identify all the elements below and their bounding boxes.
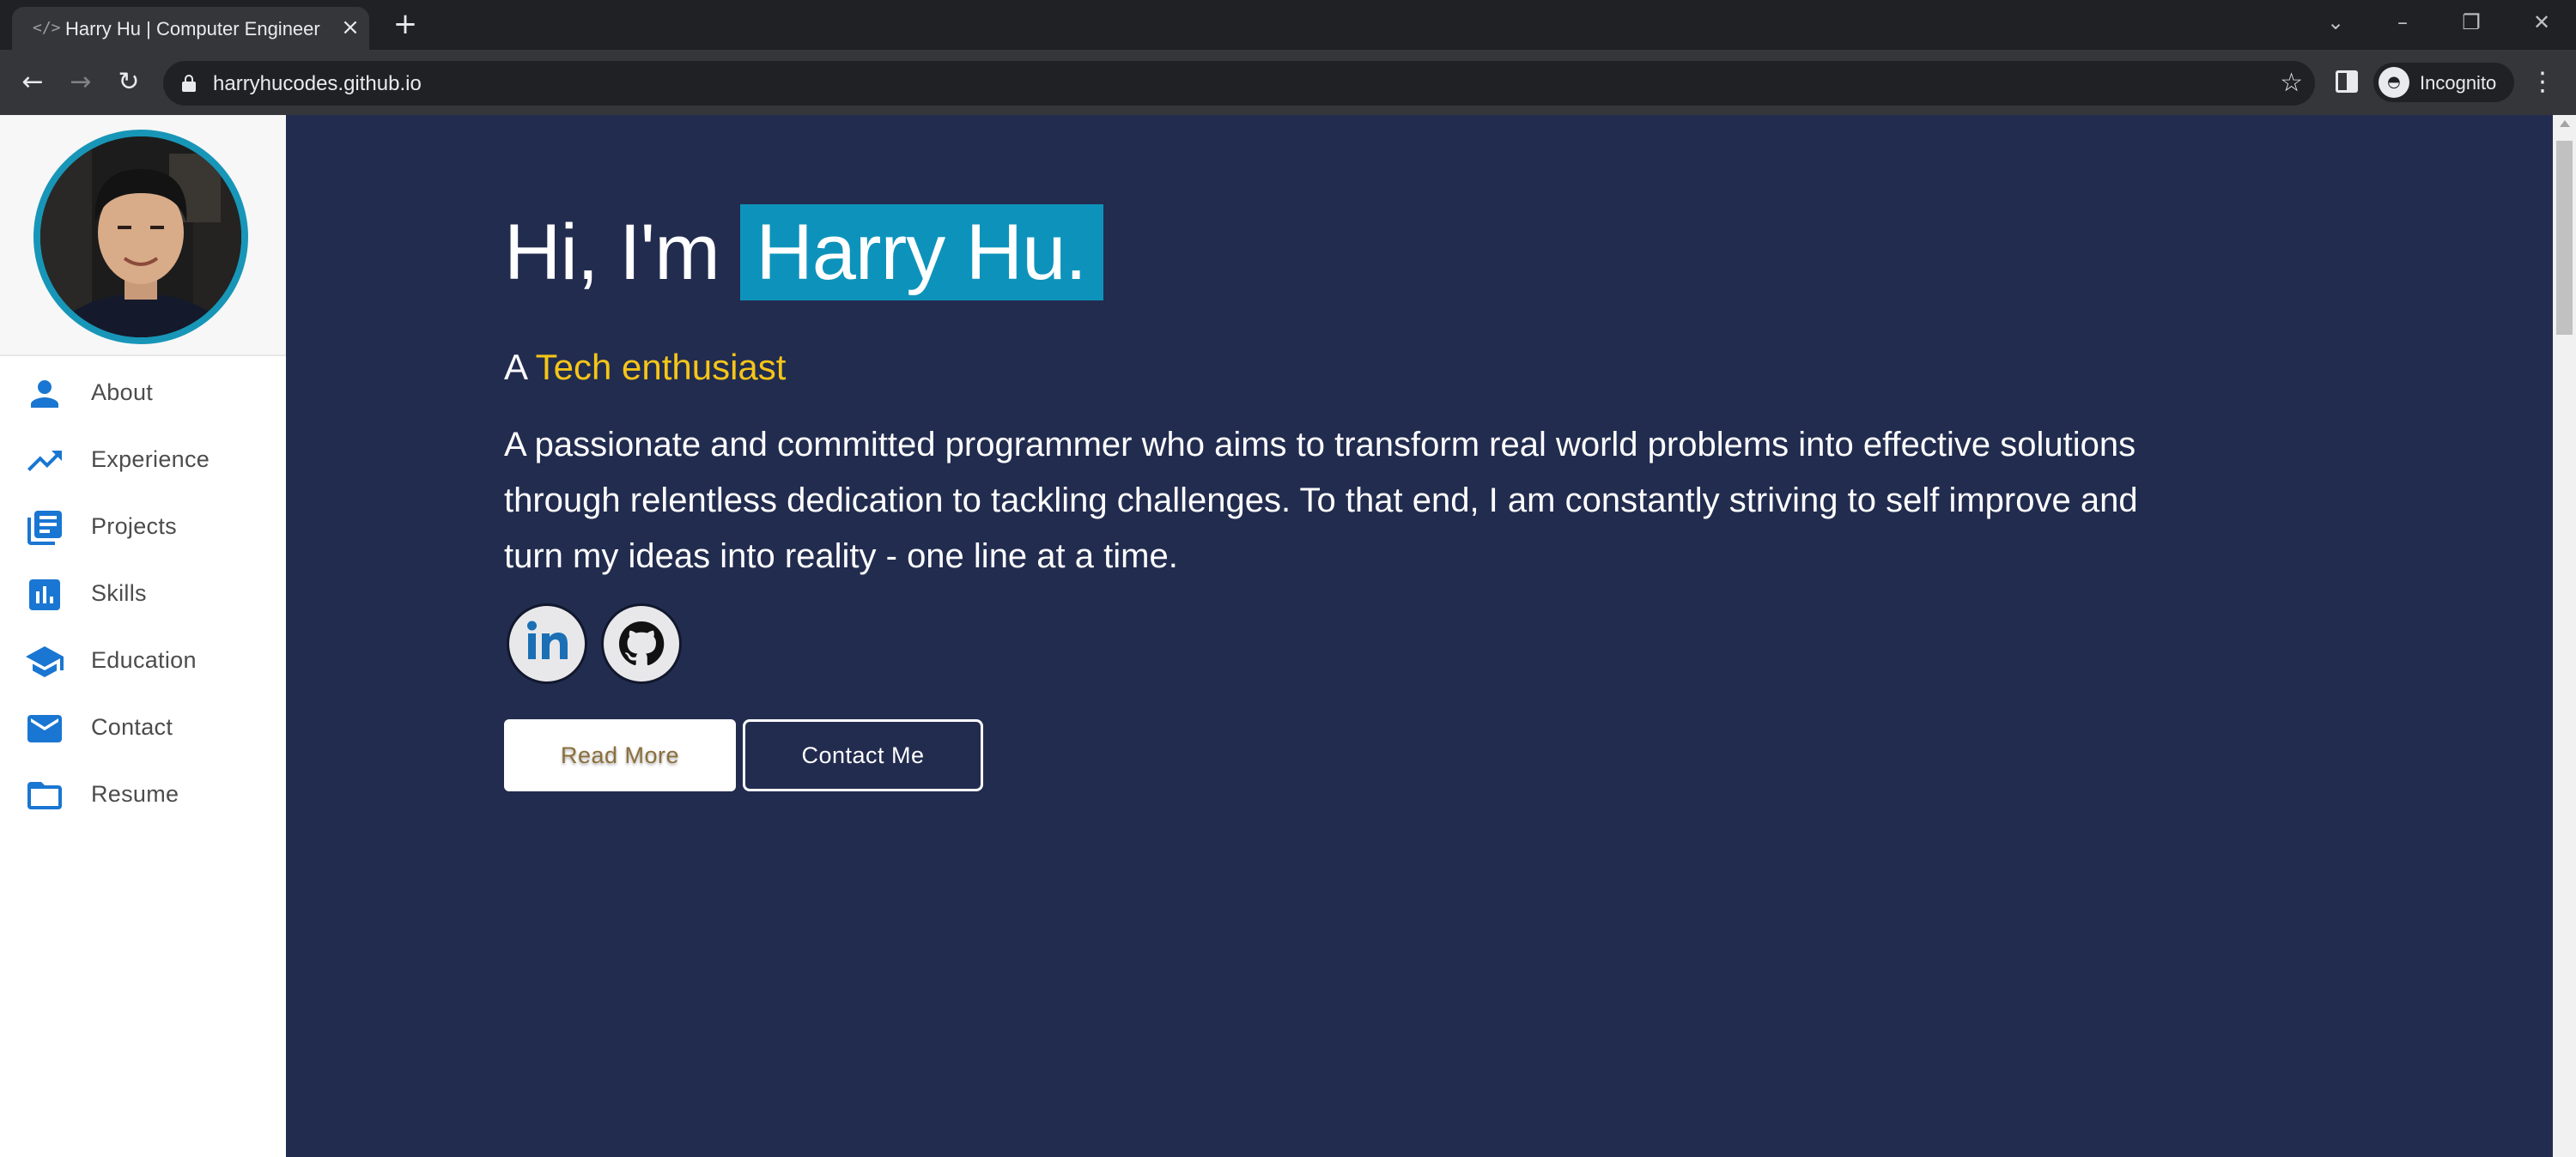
address-bar[interactable]: harryhucodes.github.io ☆: [163, 61, 2315, 106]
avatar: [33, 130, 248, 344]
url-text[interactable]: harryhucodes.github.io: [213, 72, 422, 96]
school-icon: [26, 646, 64, 677]
library-books-icon: [27, 511, 62, 545]
tagline-prefix: A: [504, 347, 536, 387]
back-icon[interactable]: ←: [15, 65, 50, 100]
folder-icon: [27, 782, 62, 809]
minimize-icon[interactable]: –: [2387, 7, 2418, 38]
sidebar-item-label: Experience: [91, 446, 210, 472]
side-panel-icon[interactable]: [2336, 70, 2358, 93]
hero-section: Hi, I'm Harry Hu. A Tech enthusiast A pa…: [286, 115, 2553, 1157]
hero-heading: Hi, I'm Harry Hu.: [504, 204, 1103, 300]
sidebar-item-contact[interactable]: Contact: [0, 697, 286, 757]
more-menu-icon[interactable]: ⋮: [2530, 65, 2555, 100]
scrollbar-thumb[interactable]: [2556, 141, 2573, 335]
trending-up-icon: [27, 451, 62, 471]
tagline-accent: Tech enthusiast: [535, 347, 787, 387]
hero-bio: A passionate and committed programmer wh…: [504, 426, 2138, 575]
forward-icon[interactable]: →: [64, 65, 98, 100]
reload-icon[interactable]: ↻: [112, 65, 146, 100]
sidebar-item-label: Education: [91, 647, 197, 673]
sidebar-item-label: About: [91, 379, 154, 405]
new-tab-icon[interactable]: +: [392, 9, 419, 39]
profile-section: [0, 115, 286, 356]
browser-tab[interactable]: </> Harry Hu | Computer Engineer ×: [12, 7, 369, 50]
sidebar-item-education[interactable]: Education: [0, 630, 286, 690]
sidebar: About Experience Projects Skills Educati…: [0, 115, 286, 1157]
close-window-icon[interactable]: ✕: [2526, 7, 2557, 38]
tab-search-icon[interactable]: ⌄: [2320, 7, 2351, 38]
linkedin-icon: [527, 621, 568, 659]
hero-name: Harry Hu.: [740, 204, 1103, 300]
close-tab-icon[interactable]: ×: [338, 15, 362, 39]
avatar-photo: [40, 136, 241, 337]
sidebar-item-label: Resume: [91, 781, 179, 807]
mail-icon: [27, 715, 62, 742]
sidebar-item-experience[interactable]: Experience: [0, 429, 286, 489]
linkedin-button[interactable]: [509, 606, 585, 681]
sidebar-item-resume[interactable]: Resume: [0, 764, 286, 824]
github-button[interactable]: [604, 606, 679, 681]
code-favicon-icon: </>: [33, 19, 61, 37]
sidebar-item-about[interactable]: About: [0, 362, 286, 422]
scroll-up-arrow-icon[interactable]: [2560, 120, 2570, 127]
restore-icon[interactable]: ❐: [2456, 7, 2487, 38]
sidebar-item-label: Contact: [91, 714, 173, 740]
incognito-icon: ◓: [2379, 67, 2409, 98]
tab-strip: </> Harry Hu | Computer Engineer × + ⌄ –…: [0, 0, 2576, 50]
read-more-button[interactable]: Read More: [504, 719, 736, 791]
lock-icon[interactable]: [182, 75, 196, 92]
incognito-label: Incognito: [2420, 72, 2497, 94]
page-scrollbar[interactable]: [2553, 115, 2576, 1157]
sidebar-item-label: Skills: [91, 580, 147, 606]
contact-me-button[interactable]: Contact Me: [743, 719, 983, 791]
sidebar-item-projects[interactable]: Projects: [0, 496, 286, 556]
browser-toolbar: ← → ↻ harryhucodes.github.io ☆ ◓ Incogni…: [0, 50, 2576, 115]
bookmark-star-icon[interactable]: ☆: [2280, 68, 2303, 99]
page-viewport: About Experience Projects Skills Educati…: [0, 115, 2576, 1157]
hero-tagline: A Tech enthusiast: [504, 347, 786, 388]
person-icon: [31, 380, 58, 408]
sidebar-item-label: Projects: [91, 513, 177, 539]
sidebar-item-skills[interactable]: Skills: [0, 563, 286, 623]
bar-chart-icon: [29, 579, 60, 610]
tab-title: Harry Hu | Computer Engineer: [65, 18, 320, 39]
incognito-profile-button[interactable]: ◓ Incognito: [2373, 63, 2514, 102]
hero-greeting: Hi, I'm: [504, 209, 741, 296]
github-icon: [619, 621, 665, 666]
